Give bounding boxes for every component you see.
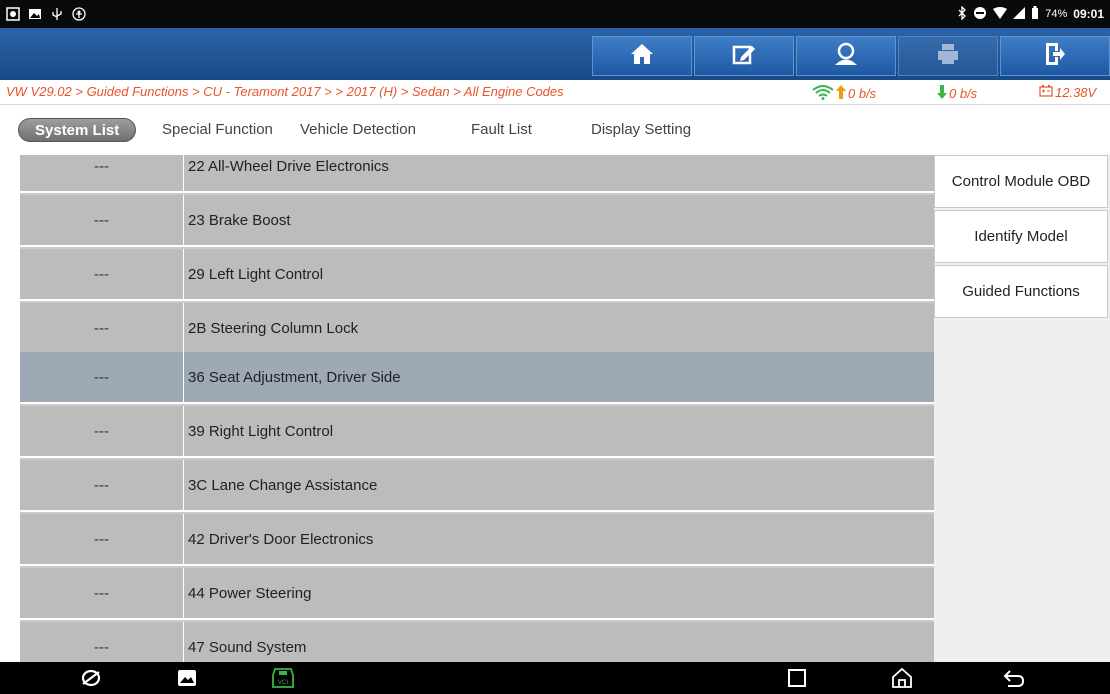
main-toolbar	[0, 28, 1110, 80]
wifi-signal-icon	[812, 84, 834, 103]
tab-fault-list[interactable]: Fault List	[471, 118, 532, 142]
notification-app-icon	[6, 7, 20, 21]
download-rate-value: 0 b/s	[949, 86, 978, 101]
tab-display-setting[interactable]: Display Setting	[591, 118, 691, 142]
home-icon	[630, 43, 654, 70]
row-system-name: 36 Seat Adjustment, Driver Side	[188, 368, 401, 386]
table-row[interactable]: --- 23 Brake Boost	[20, 195, 934, 247]
row-system-name: 29 Left Light Control	[188, 265, 324, 283]
side-panel: Control Module OBD Identify Model Guided…	[934, 155, 1110, 662]
table-row[interactable]: --- 39 Right Light Control	[20, 406, 934, 458]
edit-report-icon	[732, 43, 756, 70]
control-module-obd-button[interactable]: Control Module OBD	[934, 155, 1108, 208]
edit-report-button[interactable]	[694, 36, 794, 76]
table-row[interactable]: --- 44 Power Steering	[20, 568, 934, 620]
upload-arrow-icon	[836, 84, 846, 103]
row-status: ---	[20, 352, 184, 402]
exit-button[interactable]	[1000, 36, 1110, 76]
row-status: ---	[20, 460, 184, 510]
nav-home-icon[interactable]	[890, 666, 914, 690]
row-status: ---	[20, 195, 184, 245]
upload-rate: 0 b/s	[812, 84, 876, 103]
home-button[interactable]	[592, 36, 692, 76]
wifi-icon	[993, 6, 1008, 22]
guided-functions-button[interactable]: Guided Functions	[934, 265, 1108, 318]
browser-icon[interactable]	[79, 666, 103, 690]
info-bar: VW V29.02 > Guided Functions > CU - Tera…	[0, 80, 1110, 105]
row-system-name: 44 Power Steering	[188, 584, 312, 602]
battery-percent: 74%	[1045, 8, 1068, 20]
row-system-name: 42 Driver's Door Electronics	[188, 530, 374, 548]
row-system-name: 47 Sound System	[188, 638, 307, 656]
tab-special-function[interactable]: Special Function	[162, 118, 273, 142]
exit-icon	[1044, 42, 1066, 71]
car-battery-icon	[1039, 84, 1053, 100]
user-support-icon	[833, 42, 859, 71]
image-notification-icon	[28, 7, 42, 21]
row-status: ---	[20, 568, 184, 618]
system-list: --- 22 All-Wheel Drive Electronics --- 2…	[20, 155, 934, 662]
download-rate: 0 b/s	[937, 84, 977, 103]
usb-icon	[50, 7, 64, 21]
gallery-icon[interactable]	[175, 666, 199, 690]
recent-apps-icon[interactable]	[785, 666, 809, 690]
function-tabs: System List Special Function Vehicle Det…	[0, 105, 1110, 155]
table-row-selected[interactable]: --- 36 Seat Adjustment, Driver Side	[20, 352, 934, 404]
accessibility-icon	[72, 7, 86, 21]
row-system-name: 3C Lane Change Assistance	[188, 476, 378, 494]
download-arrow-icon	[937, 84, 947, 103]
do-not-disturb-icon	[973, 6, 987, 23]
row-status: ---	[20, 622, 184, 662]
status-bar: 74% 09:01	[0, 0, 1110, 28]
row-system-name: 23 Brake Boost	[188, 211, 291, 229]
table-row[interactable]: --- 42 Driver's Door Electronics	[20, 514, 934, 566]
svg-text:VCI: VCI	[278, 680, 288, 686]
user-support-button[interactable]	[796, 36, 896, 76]
back-icon[interactable]	[1002, 666, 1026, 690]
android-nav-bar: VCI	[0, 662, 1110, 694]
signal-icon	[1013, 6, 1026, 22]
battery-icon	[1031, 6, 1039, 22]
bluetooth-icon	[957, 4, 967, 23]
row-status: ---	[20, 406, 184, 456]
table-row[interactable]: --- 22 All-Wheel Drive Electronics	[20, 155, 934, 193]
tab-vehicle-detection[interactable]: Vehicle Detection	[300, 118, 416, 142]
print-button[interactable]	[898, 36, 998, 76]
row-status: ---	[20, 514, 184, 564]
table-row[interactable]: --- 2B Steering Column Lock	[20, 303, 934, 355]
row-system-name: 2B Steering Column Lock	[188, 319, 359, 337]
row-status: ---	[20, 155, 184, 191]
status-bar-system: 74% 09:01	[957, 0, 1104, 28]
battery-voltage-value: 12.38V	[1055, 84, 1097, 100]
battery-voltage: 12.38V	[1039, 84, 1096, 100]
tab-system-list[interactable]: System List	[18, 118, 137, 142]
table-row[interactable]: --- 29 Left Light Control	[20, 249, 934, 301]
upload-rate-value: 0 b/s	[848, 86, 877, 101]
row-status: ---	[20, 303, 184, 353]
breadcrumb: VW V29.02 > Guided Functions > CU - Tera…	[6, 84, 564, 99]
table-row[interactable]: --- 47 Sound System	[20, 622, 934, 662]
row-status: ---	[20, 249, 184, 299]
row-system-name: 22 All-Wheel Drive Electronics	[188, 157, 389, 175]
table-row[interactable]: --- 3C Lane Change Assistance	[20, 460, 934, 512]
vci-connector-icon[interactable]: VCI	[271, 666, 295, 690]
row-system-name: 39 Right Light Control	[188, 422, 334, 440]
print-icon	[937, 43, 959, 70]
status-bar-notifications	[6, 0, 86, 28]
identify-model-button[interactable]: Identify Model	[934, 210, 1108, 263]
clock: 09:01	[1073, 7, 1104, 21]
